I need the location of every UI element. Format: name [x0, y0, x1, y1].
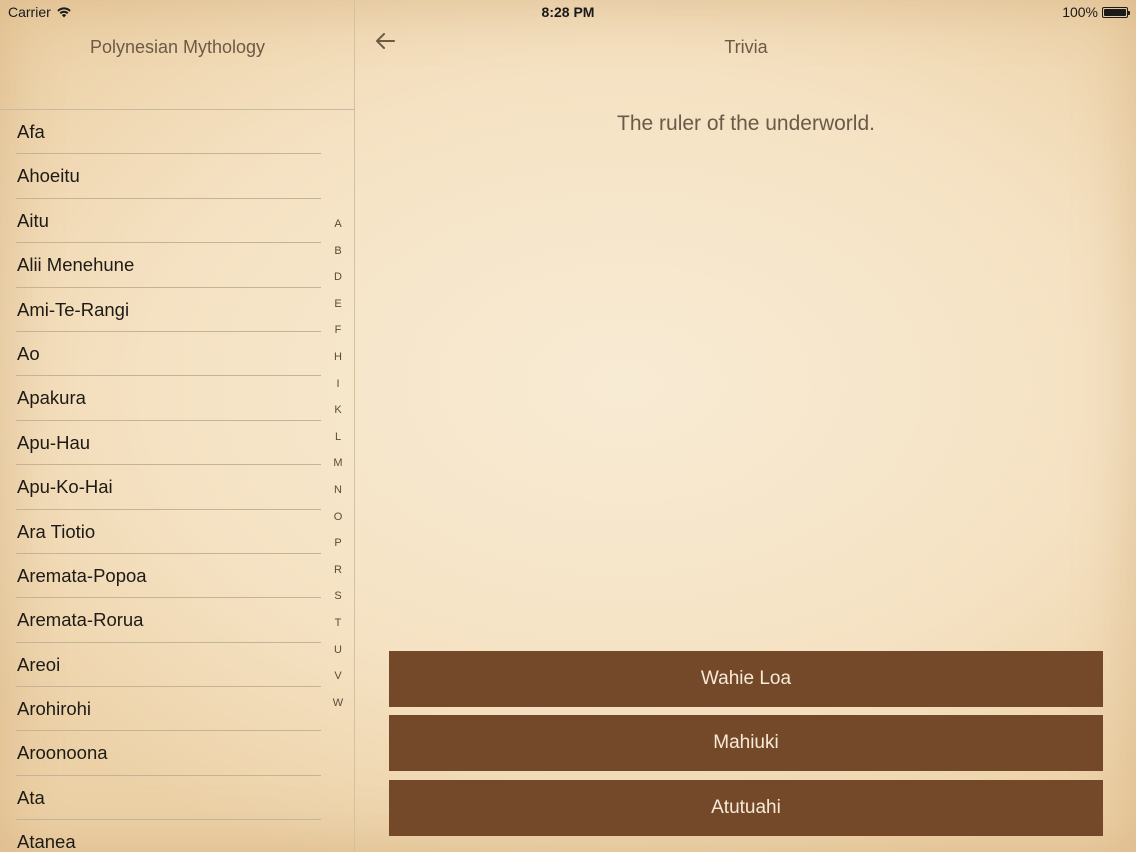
list-item-label: Ao	[17, 342, 40, 364]
index-letter[interactable]: W	[325, 695, 351, 722]
list-item[interactable]: Alii Menehune	[16, 243, 321, 288]
index-letter[interactable]: N	[325, 482, 351, 509]
list-item[interactable]: Afa	[16, 110, 321, 155]
status-right: 100%	[1062, 4, 1130, 20]
status-bar: Carrier 8:28 PM 100%	[0, 0, 1136, 24]
list-item[interactable]: Aitu	[16, 199, 321, 244]
index-letter[interactable]: K	[325, 402, 351, 429]
answer-button[interactable]: Atutuahi	[389, 780, 1103, 836]
list-item-label: Aremata-Rorua	[17, 609, 144, 631]
list-item[interactable]: Aremata-Popoa	[16, 554, 321, 599]
answer-button[interactable]: Mahiuki	[389, 715, 1103, 771]
list-item-label: Areoi	[17, 653, 61, 675]
list-item-label: Arohirohi	[17, 698, 92, 720]
list-item[interactable]: Aroonoona	[16, 731, 321, 776]
list-item[interactable]: Aremata-Rorua	[16, 598, 321, 643]
index-letter[interactable]: R	[325, 562, 351, 589]
index-letter[interactable]: P	[325, 535, 351, 562]
list-item[interactable]: Apu-Ko-Hai	[16, 465, 321, 510]
status-time: 8:28 PM	[541, 4, 595, 20]
list-item[interactable]: Areoi	[16, 643, 321, 688]
index-letter[interactable]: S	[325, 588, 351, 615]
index-letter[interactable]: M	[325, 455, 351, 482]
battery-icon	[1102, 6, 1130, 18]
list-item[interactable]: Ata	[16, 776, 321, 821]
index-letter[interactable]: H	[325, 349, 351, 376]
list-item-label: Apakura	[17, 387, 86, 409]
list-item[interactable]: Apakura	[16, 376, 321, 421]
trivia-panel: Trivia The ruler of the underworld. Wahi…	[356, 0, 1136, 852]
list-item-label: Atanea	[17, 831, 76, 852]
index-letter[interactable]: A	[325, 216, 351, 243]
page-title: Trivia	[724, 37, 768, 57]
list-item[interactable]: Ao	[16, 332, 321, 377]
list-item[interactable]: Ahoeitu	[16, 154, 321, 199]
list-item[interactable]: Atanea	[16, 820, 321, 852]
deity-list[interactable]: Afa Ahoeitu Aitu Alii Menehune Ami-Te-Ra…	[0, 110, 330, 852]
list-item-label: Alii Menehune	[17, 254, 135, 276]
index-letter[interactable]: E	[325, 296, 351, 323]
answer-button[interactable]: Wahie Loa	[389, 651, 1103, 707]
battery-percent: 100%	[1062, 4, 1098, 20]
index-letter[interactable]: V	[325, 668, 351, 695]
list-item-label: Apu-Ko-Hai	[17, 476, 113, 498]
list-item-label: Ahoeitu	[17, 165, 80, 187]
sidebar-header: Polynesian Mythology	[0, 24, 354, 110]
list-item-label: Ata	[17, 786, 45, 808]
list-item-label: Aitu	[17, 209, 49, 231]
list-item[interactable]: Ara Tiotio	[16, 510, 321, 554]
sidebar-title: Polynesian Mythology	[89, 37, 266, 57]
list-item[interactable]: Arohirohi	[16, 687, 321, 732]
index-letter[interactable]: B	[325, 243, 351, 270]
list-item-label: Aremata-Popoa	[17, 564, 147, 586]
index-letter[interactable]: F	[325, 322, 351, 349]
list-item[interactable]: Apu-Hau	[16, 421, 321, 466]
list-item[interactable]: Ami-Te-Rangi	[16, 288, 321, 332]
index-letter[interactable]: D	[325, 269, 351, 296]
list-item-label: Aroonoona	[17, 742, 108, 764]
index-letter[interactable]: I	[325, 376, 351, 403]
section-index-bar[interactable]: A B D E F H I K L M N O P R S T U V W	[325, 216, 351, 721]
index-letter[interactable]: T	[325, 615, 351, 642]
index-letter[interactable]: L	[325, 429, 351, 456]
list-item-label: Ami-Te-Rangi	[17, 298, 130, 320]
list-item-label: Ara Tiotio	[17, 520, 96, 542]
sidebar: Polynesian Mythology Afa Ahoeitu Aitu Al…	[0, 0, 355, 852]
list-item-label: Apu-Hau	[17, 431, 91, 453]
index-letter[interactable]: U	[325, 642, 351, 669]
trivia-question: The ruler of the underworld.	[617, 112, 875, 135]
index-letter[interactable]: O	[325, 509, 351, 536]
list-item-label: Afa	[17, 121, 45, 142]
